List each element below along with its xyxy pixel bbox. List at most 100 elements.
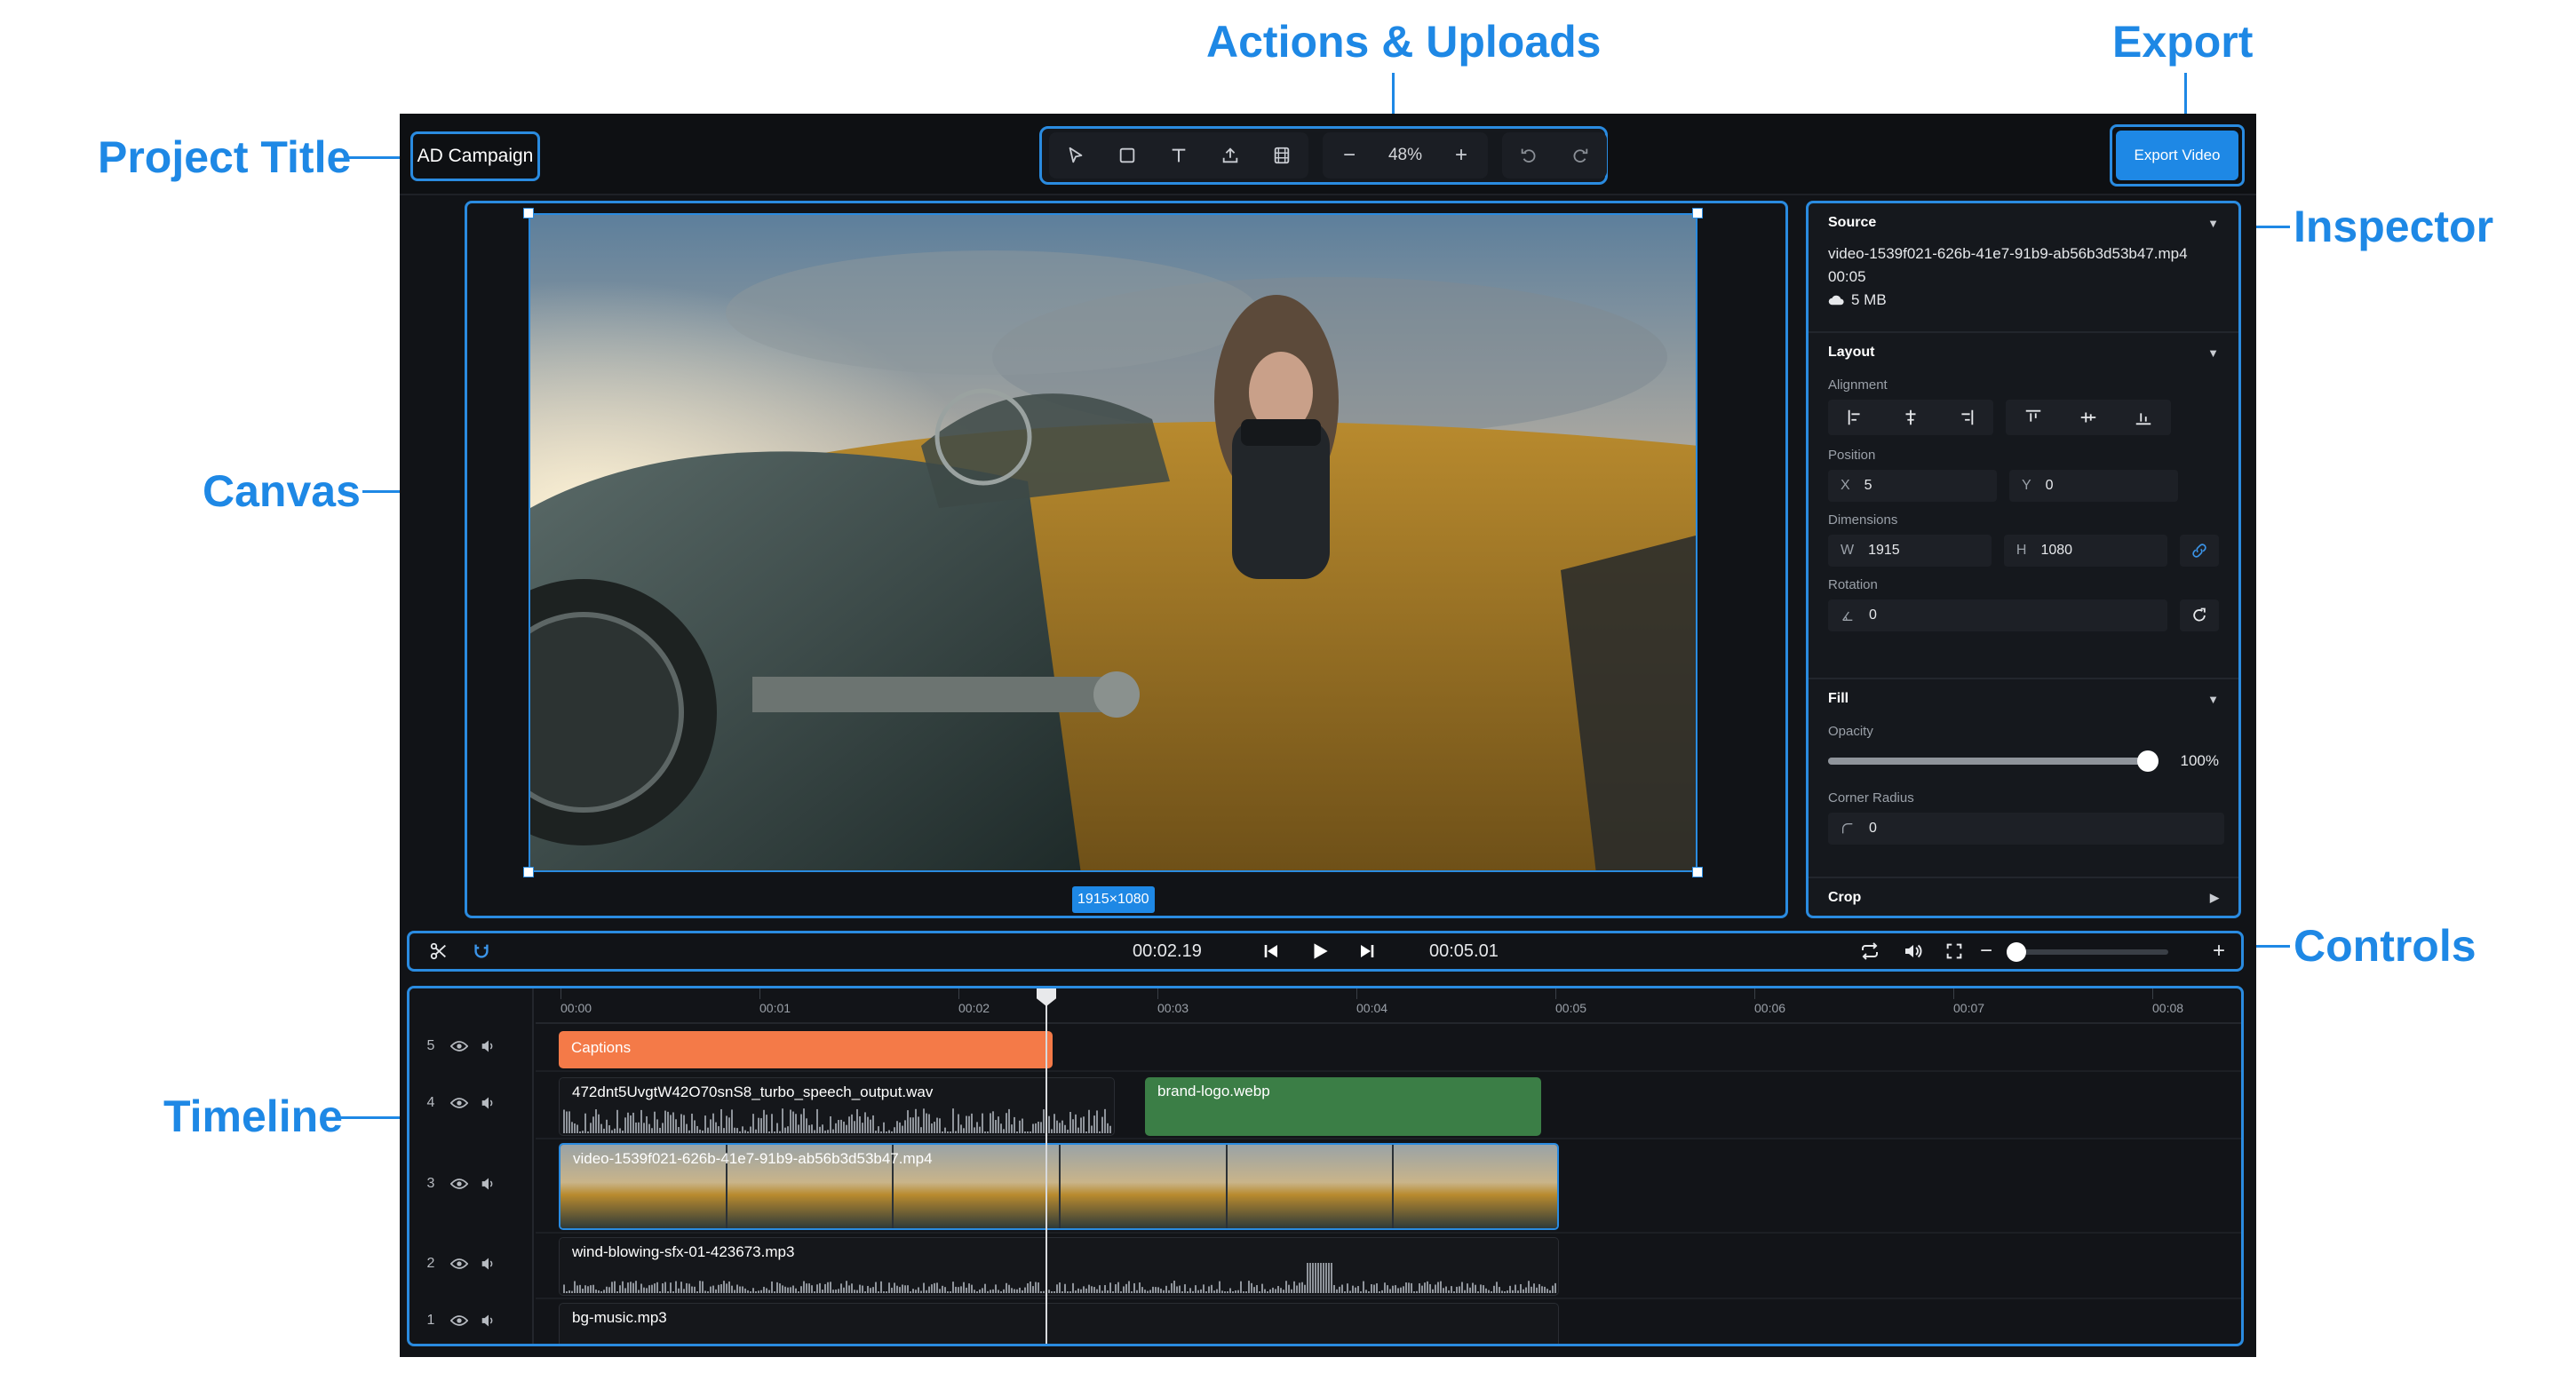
ruler-tick-line [1754, 988, 1755, 999]
magnet-icon[interactable] [472, 933, 491, 969]
timeline-clip-image[interactable]: brand-logo.webp [1145, 1077, 1541, 1136]
speaker-icon[interactable] [481, 1257, 497, 1271]
callout-line [339, 1116, 405, 1119]
eye-icon[interactable] [450, 1314, 468, 1327]
rotation-label: Rotation [1828, 577, 1878, 592]
source-size-value: 5 MB [1851, 291, 1887, 308]
width-field[interactable]: W 1915 [1828, 535, 1992, 567]
timeline-clip-captions[interactable]: Captions [559, 1031, 1053, 1068]
opacity-value: 100% [2180, 752, 2219, 769]
position-row: X 5 Y 0 [1828, 470, 2219, 502]
align-center-horizontal-icon[interactable] [1883, 400, 1938, 435]
callout-export: Export [2112, 17, 2254, 67]
timeline-clip-audio[interactable]: wind-blowing-sfx-01-423673.mp3 [559, 1237, 1559, 1296]
project-title[interactable]: AD Campaign [410, 131, 540, 181]
corner-radius-label: Corner Radius [1828, 790, 1914, 806]
rectangle-icon[interactable] [1104, 134, 1150, 177]
speaker-icon[interactable] [481, 1177, 497, 1191]
field-value: 5 [1864, 478, 1872, 493]
align-bottom-icon[interactable] [2116, 400, 2171, 435]
skip-back-icon[interactable] [1260, 933, 1282, 969]
align-right-icon[interactable] [1938, 400, 1993, 435]
align-middle-vertical-icon[interactable] [2061, 400, 2116, 435]
track-row: video-1539f021-626b-41e7-91b9-ab56b3d53b… [536, 1139, 2241, 1234]
video-thumbnail [1061, 1145, 1226, 1228]
section-title: Crop [1828, 890, 1862, 905]
ruler-tick-line [1953, 988, 1954, 999]
canvas-video-frame[interactable] [529, 213, 1697, 872]
link-icon[interactable] [2179, 535, 2220, 567]
align-left-icon[interactable] [1828, 400, 1883, 435]
eye-icon[interactable] [450, 1178, 468, 1190]
volume-icon[interactable] [1902, 933, 1923, 969]
rotate-reset-icon[interactable] [2179, 599, 2219, 631]
skip-forward-icon[interactable] [1356, 933, 1378, 969]
film-icon[interactable] [1259, 134, 1305, 177]
opacity-slider[interactable] [1828, 750, 2159, 772]
clip-label: wind-blowing-sfx-01-423673.mp3 [572, 1243, 795, 1260]
fill-header[interactable]: Fill ▼ [1828, 679, 2219, 718]
export-video-button[interactable]: Export Video [2116, 131, 2238, 180]
loop-icon[interactable] [1859, 933, 1880, 969]
rotation-field[interactable]: 0 [1828, 599, 2167, 631]
scissors-icon[interactable] [429, 933, 449, 969]
play-icon[interactable] [1308, 933, 1332, 969]
resize-handle-bottom-right[interactable] [1692, 867, 1703, 877]
resize-handle-top-left[interactable] [523, 208, 534, 218]
track-number: 2 [426, 1256, 435, 1271]
track-number: 5 [426, 1038, 435, 1053]
resize-handle-top-right[interactable] [1692, 208, 1703, 218]
timeline-zoom-handle[interactable] [2007, 942, 2026, 962]
source-header[interactable]: Source ▼ [1828, 203, 2219, 242]
layout-header[interactable]: Layout ▼ [1828, 333, 2219, 372]
redo-icon[interactable] [1557, 134, 1603, 177]
corner-radius-field[interactable]: 0 [1828, 813, 2224, 845]
align-top-icon[interactable] [2006, 400, 2061, 435]
callout-timeline: Timeline [163, 1091, 343, 1141]
ruler-tick-label: 00:08 [2152, 1001, 2184, 1015]
text-icon[interactable] [1156, 134, 1202, 177]
timeline-clip-audio[interactable]: 472dnt5UvgtW42O70snS8_turbo_speech_outpu… [559, 1077, 1115, 1136]
field-label: W [1841, 543, 1855, 558]
speaker-icon[interactable] [481, 1314, 497, 1328]
playhead[interactable] [1046, 988, 1047, 1344]
rotation-row: 0 [1828, 599, 2219, 631]
upload-icon[interactable] [1207, 134, 1253, 177]
source-size: 5 MB [1828, 289, 2219, 312]
track-row: 472dnt5UvgtW42O70snS8_turbo_speech_outpu… [536, 1072, 2241, 1139]
crop-header[interactable]: Crop ▶ [1828, 878, 2219, 916]
eye-icon[interactable] [450, 1258, 468, 1270]
position-y-field[interactable]: Y 0 [2009, 470, 2178, 502]
field-label: H [2015, 543, 2027, 558]
ruler-tick-label: 00:07 [1953, 1001, 1985, 1015]
timeline-clip-video[interactable]: video-1539f021-626b-41e7-91b9-ab56b3d53b… [559, 1143, 1559, 1230]
speaker-icon[interactable] [481, 1096, 497, 1110]
eye-icon[interactable] [450, 1097, 468, 1109]
video-thumbnail [1394, 1145, 1557, 1228]
clip-label: 472dnt5UvgtW42O70snS8_turbo_speech_outpu… [572, 1083, 934, 1100]
ruler-tick-line [1157, 988, 1158, 999]
ruler-tick-label: 00:06 [1754, 1001, 1786, 1015]
eye-icon[interactable] [450, 1040, 468, 1052]
undo-icon[interactable] [1506, 134, 1552, 177]
corner-icon [1842, 823, 1853, 834]
field-value: 0 [2045, 478, 2054, 493]
zoom-out-button[interactable]: − [1326, 134, 1372, 177]
timeline-zoom-plus[interactable]: + [2213, 933, 2225, 969]
fullscreen-icon[interactable] [1944, 933, 1964, 969]
resize-handle-bottom-left[interactable] [523, 867, 534, 877]
track-row: bg-music.mp3 [536, 1299, 2241, 1344]
time-ruler[interactable]: 00:00 00:01 00:02 00:03 00:04 00:05 00:06 00:07… [536, 988, 2241, 1024]
opacity-slider-handle[interactable] [2137, 750, 2159, 772]
zoom-in-button[interactable]: + [1438, 134, 1484, 177]
callout-project-title: Project Title [98, 132, 352, 182]
timeline-clip-audio[interactable]: bg-music.mp3 [559, 1303, 1559, 1344]
editor-window: AD Campaign − 48% + Export Video 1915×10… [400, 114, 2256, 1357]
cloud-icon [1828, 295, 1844, 306]
position-x-field[interactable]: X 5 [1828, 470, 1997, 502]
timeline-zoom-minus[interactable]: − [1980, 933, 1992, 969]
timeline-zoom-slider[interactable] [2007, 942, 2168, 962]
cursor-icon[interactable] [1053, 134, 1099, 177]
height-field[interactable]: H 1080 [2003, 535, 2167, 567]
speaker-icon[interactable] [481, 1039, 497, 1053]
